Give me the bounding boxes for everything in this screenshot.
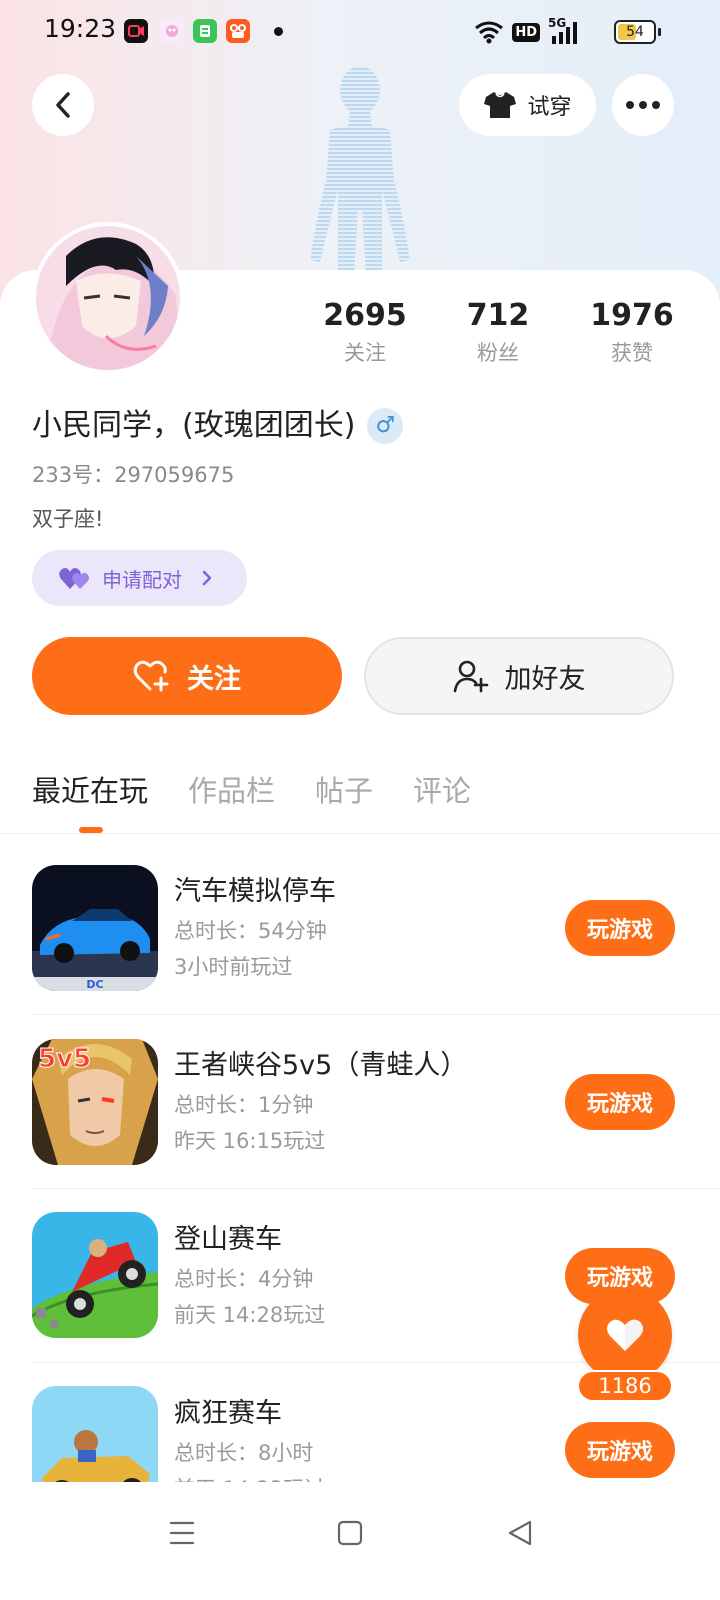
game-name: 疯狂赛车 bbox=[174, 1398, 282, 1429]
username-row: 小民同学，(玫瑰团团长) ♂ bbox=[32, 404, 404, 448]
recorder-app-icon bbox=[124, 19, 148, 43]
green-app-icon bbox=[193, 19, 217, 43]
apply-pairing-label: 申请配对 bbox=[102, 567, 182, 592]
game-last-played: 前天 14:28玩过 bbox=[174, 1303, 326, 1327]
play-game-button[interactable]: 玩游戏 bbox=[565, 900, 675, 956]
play-game-button[interactable]: 玩游戏 bbox=[565, 1422, 675, 1478]
followers-count: 712 bbox=[466, 298, 530, 333]
tab-posts[interactable]: 帖子 bbox=[315, 766, 373, 816]
chevron-left-icon bbox=[56, 92, 70, 118]
more-options-button[interactable] bbox=[612, 74, 674, 136]
try-on-label: 试穿 bbox=[527, 95, 572, 120]
car-parking-game-icon[interactable]: DC bbox=[32, 865, 158, 991]
followers-stat[interactable]: 712 粉丝 bbox=[428, 296, 568, 370]
wifi-icon bbox=[475, 21, 504, 44]
tshirt-icon bbox=[484, 92, 517, 118]
status-indicators: HD 5G bbox=[474, 16, 584, 47]
tab-recently-played[interactable]: 最近在玩 bbox=[32, 766, 148, 816]
crazy-racing-game-icon[interactable] bbox=[32, 1386, 158, 1482]
status-time: 19:23 bbox=[44, 14, 117, 43]
game-duration: 总时长：1分钟 bbox=[174, 1093, 314, 1117]
svg-text:DC: DC bbox=[86, 978, 103, 991]
hill-climb-racing-game-icon[interactable] bbox=[32, 1212, 158, 1338]
honor-of-kings-game-icon[interactable]: 5v5 bbox=[32, 1039, 158, 1165]
game-duration: 总时长：54分钟 bbox=[174, 919, 327, 943]
likes-label: 获赞 bbox=[611, 341, 653, 365]
3d-avatar-figure bbox=[310, 66, 410, 278]
likes-count: 1976 bbox=[590, 298, 674, 333]
user-id: 233号：297059675 bbox=[32, 463, 235, 487]
game-last-played: 3小时前玩过 bbox=[174, 955, 293, 979]
pink-app-icon bbox=[160, 19, 184, 43]
triangle-back-icon bbox=[508, 1520, 532, 1546]
menu-button[interactable] bbox=[152, 1508, 212, 1558]
like-count: 1186 bbox=[577, 1370, 673, 1402]
list-item[interactable]: 5v5 王者峡谷5v5（青蛙人） 总时长：1分钟 昨天 16:15玩过 玩游戏 bbox=[0, 1008, 720, 1189]
back-button[interactable] bbox=[32, 74, 94, 136]
more-dot bbox=[626, 101, 634, 109]
heart-icon bbox=[607, 1319, 643, 1351]
heart-plus-icon bbox=[133, 660, 169, 692]
kuaishou-app-icon bbox=[226, 19, 250, 43]
profile-tabs: 最近在玩 作品栏 帖子 评论 bbox=[32, 766, 471, 816]
more-dot bbox=[639, 101, 647, 109]
male-gender-icon: ♂ bbox=[367, 408, 404, 444]
cellular-signal-icon: 5G bbox=[548, 16, 584, 46]
game-duration: 总时长：8小时 bbox=[174, 1441, 314, 1465]
game-name: 登山赛车 bbox=[174, 1224, 282, 1255]
double-heart-icon bbox=[59, 568, 89, 589]
status-bar: 19:23 HD 5G 54 bbox=[0, 0, 720, 64]
game-name: 王者峡谷5v5（青蛙人） bbox=[174, 1050, 468, 1081]
more-dot bbox=[652, 101, 660, 109]
tab-works[interactable]: 作品栏 bbox=[188, 766, 275, 816]
user-bio: 双子座! bbox=[32, 507, 104, 531]
apply-pairing-button[interactable]: 申请配对 bbox=[32, 550, 247, 606]
follow-button[interactable]: 关注 bbox=[32, 637, 342, 715]
game-last-played: 前天 14:23玩过 bbox=[174, 1473, 325, 1482]
notification-dot-icon bbox=[274, 27, 283, 36]
followers-label: 粉丝 bbox=[477, 341, 519, 365]
hd-badge: HD bbox=[512, 22, 540, 42]
tab-comments[interactable]: 评论 bbox=[413, 766, 471, 816]
menu-icon bbox=[169, 1521, 195, 1545]
following-stat[interactable]: 2695 关注 bbox=[295, 296, 435, 370]
square-icon bbox=[337, 1520, 363, 1546]
battery-cap bbox=[658, 28, 661, 36]
battery-icon: 54 bbox=[614, 20, 656, 44]
like-button[interactable] bbox=[578, 1288, 672, 1382]
follow-label: 关注 bbox=[187, 663, 241, 695]
likes-stat[interactable]: 1976 获赞 bbox=[562, 296, 702, 370]
back-nav-button[interactable] bbox=[490, 1508, 550, 1558]
add-friend-button[interactable]: 加好友 bbox=[364, 637, 674, 715]
home-button[interactable] bbox=[320, 1508, 380, 1558]
game-last-played: 昨天 16:15玩过 bbox=[174, 1129, 326, 1153]
try-on-button[interactable]: 试穿 bbox=[459, 74, 596, 136]
list-item[interactable]: DC 汽车模拟停车 总时长：54分钟 3小时前玩过 玩游戏 bbox=[0, 834, 720, 1015]
avatar-illustration bbox=[36, 226, 180, 370]
svg-text:5v5: 5v5 bbox=[38, 1044, 91, 1074]
system-navigation-bar bbox=[0, 1482, 720, 1600]
chevron-right-icon bbox=[202, 570, 212, 586]
add-user-icon bbox=[453, 660, 488, 693]
following-label: 关注 bbox=[344, 341, 386, 365]
play-game-button[interactable]: 玩游戏 bbox=[565, 1074, 675, 1130]
following-count: 2695 bbox=[323, 298, 407, 333]
game-name: 汽车模拟停车 bbox=[174, 876, 336, 907]
avatar[interactable] bbox=[32, 222, 184, 374]
add-friend-label: 加好友 bbox=[504, 663, 586, 695]
game-duration: 总时长：4分钟 bbox=[174, 1267, 314, 1291]
username: 小民同学，(玫瑰团团长) bbox=[32, 408, 356, 443]
